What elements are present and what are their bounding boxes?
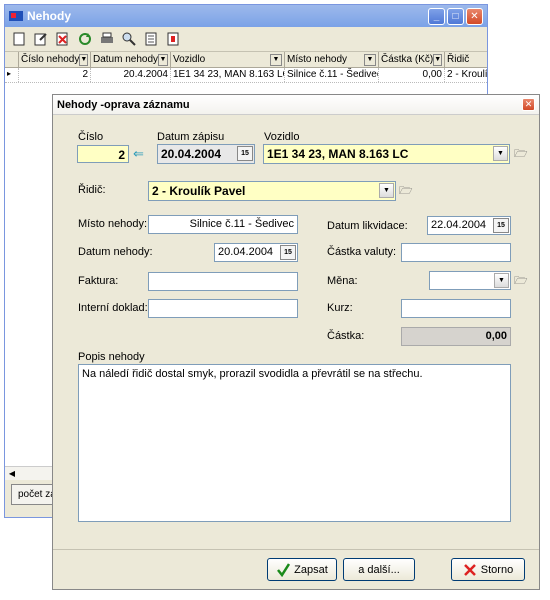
label-castka: Částka: [327,330,365,342]
nehody-titlebar[interactable]: Nehody _ □ ✕ [5,5,487,27]
chevron-down-icon[interactable]: ▼ [494,273,509,288]
chevron-down-icon[interactable]: ▼ [493,146,508,161]
nehody-toolbar [5,27,487,52]
datum-likvidace-input[interactable]: 22.04.2004 15 [427,216,511,235]
column-header-misto[interactable]: Místo nehody ▼ [285,52,379,67]
app-icon [9,11,23,21]
datum-nehody-input[interactable]: 20.04.2004 15 [214,243,298,262]
cell-datum: 20.4.2004 [91,68,171,82]
new-icon[interactable] [9,30,29,48]
checkmark-icon [277,562,291,577]
refresh-icon[interactable] [75,30,95,48]
cell-castka: 0,00 [379,68,445,82]
calendar-icon[interactable]: 15 [280,245,296,260]
print-icon[interactable] [97,30,117,48]
edit-icon[interactable] [31,30,51,48]
label-datum-zapisu: Datum zápisu [157,131,225,143]
folder-icon[interactable]: 🗁 [399,185,414,197]
chevron-down-icon[interactable]: ▼ [270,53,282,66]
kurz-input[interactable] [401,299,511,318]
label-vozidlo: Vozidlo [264,131,300,143]
ridic-select[interactable]: 2 - Kroulík Pavel ▼ [148,181,396,201]
datum-zapisu-input[interactable]: 20.04.2004 15 [157,144,255,164]
label-faktura: Faktura: [78,275,119,287]
minimize-button[interactable]: _ [428,7,445,25]
label-kurz: Kurz: [327,302,353,314]
chevron-down-icon[interactable]: ▼ [79,53,89,66]
search-icon[interactable] [119,30,139,48]
columns-icon[interactable] [141,30,161,48]
label-misto: Místo nehody: [78,218,148,230]
label-datum-likvidace: Datum likvidace: [327,220,408,232]
label-castka-valuty: Částka valuty: [327,246,397,258]
dialog-titlebar[interactable]: Nehody -oprava záznamu ✕ [53,95,539,115]
column-header-castka[interactable]: Částka (Kč) ▼ [379,52,445,67]
label-mena: Měna: [327,275,358,287]
cell-vozidlo: 1E1 34 23, MAN 8.163 LC [173,68,285,82]
chevron-down-icon[interactable]: ▼ [158,53,168,66]
row-pointer-icon: ▸ [5,68,19,82]
misto-input[interactable]: Silnice č.11 - Šedivec [148,215,298,234]
cell-misto: Silnice č.11 - Šedivec [287,68,379,82]
maximize-button[interactable]: □ [447,7,464,25]
close-icon [463,563,476,576]
table-row[interactable]: ▸ 2 20.4.2004 1E1 34 23, MAN 8.163 LC Si… [5,68,487,83]
grid-header: Číslo nehody ▼ Datum nehody ▼ Vozidlo ▼ Mís… [5,52,487,68]
chevron-down-icon[interactable]: ▼ [379,183,394,198]
castka-readonly: 0,00 [401,327,511,346]
column-header-ridic[interactable]: Řidič [445,52,487,67]
row-indicator-header [5,52,19,67]
dialog-body: Číslo 2 ⇐ Datum zápisu 20.04.2004 15 Vozi… [53,116,539,548]
label-popis: Popis nehody [78,351,145,363]
dialog-footer: Zapsat a další... Storno [53,549,539,589]
arrow-left-icon[interactable]: ⇐ [133,146,144,162]
castka-valuty-input[interactable] [401,243,511,262]
nehody-title: Nehody [27,9,72,23]
faktura-input[interactable] [148,272,298,291]
label-datum-nehody: Datum nehody: [78,246,153,258]
chevron-down-icon[interactable]: ▼ [433,53,443,66]
mena-select[interactable]: ▼ [429,271,511,290]
chevron-down-icon[interactable]: ▼ [364,53,376,66]
delete-icon[interactable] [53,30,73,48]
calendar-icon[interactable]: 15 [493,218,509,233]
vozidlo-select[interactable]: 1E1 34 23, MAN 8.163 LC ▼ [263,144,510,164]
calendar-icon[interactable]: 15 [237,146,253,161]
close-button[interactable]: ✕ [466,7,483,25]
interni-doklad-input[interactable] [148,299,298,318]
cislo-input[interactable]: 2 [77,145,129,163]
dialog-close-button[interactable]: ✕ [522,98,535,111]
folder-icon[interactable]: 🗁 [514,148,529,160]
column-header-vozidlo[interactable]: Vozidlo ▼ [171,52,285,67]
edit-dialog: Nehody -oprava záznamu ✕ Číslo 2 ⇐ Datum… [52,94,540,590]
scroll-left-icon[interactable]: ◀ [5,469,19,478]
label-cislo: Číslo [78,131,104,143]
zapsat-button[interactable]: Zapsat [267,558,337,581]
column-header-datum[interactable]: Datum nehody ▼ [91,52,171,67]
label-interni: Interní doklad: [78,302,148,314]
folder-icon[interactable]: 🗁 [514,275,529,287]
label-ridic: Řidič: [78,184,106,196]
export-icon[interactable] [163,30,183,48]
popis-textarea[interactable]: Na náledí řidič dostal smyk, prorazil sv… [78,364,511,522]
column-header-cislo[interactable]: Číslo nehody ▼ [19,52,91,67]
cell-cislo: 2 [19,68,91,82]
storno-button[interactable]: Storno [451,558,525,581]
cell-ridic: 2 - Kroulík [447,69,487,80]
a-dalsi-button[interactable]: a další... [343,558,415,581]
dialog-title: Nehody -oprava záznamu [57,98,190,111]
